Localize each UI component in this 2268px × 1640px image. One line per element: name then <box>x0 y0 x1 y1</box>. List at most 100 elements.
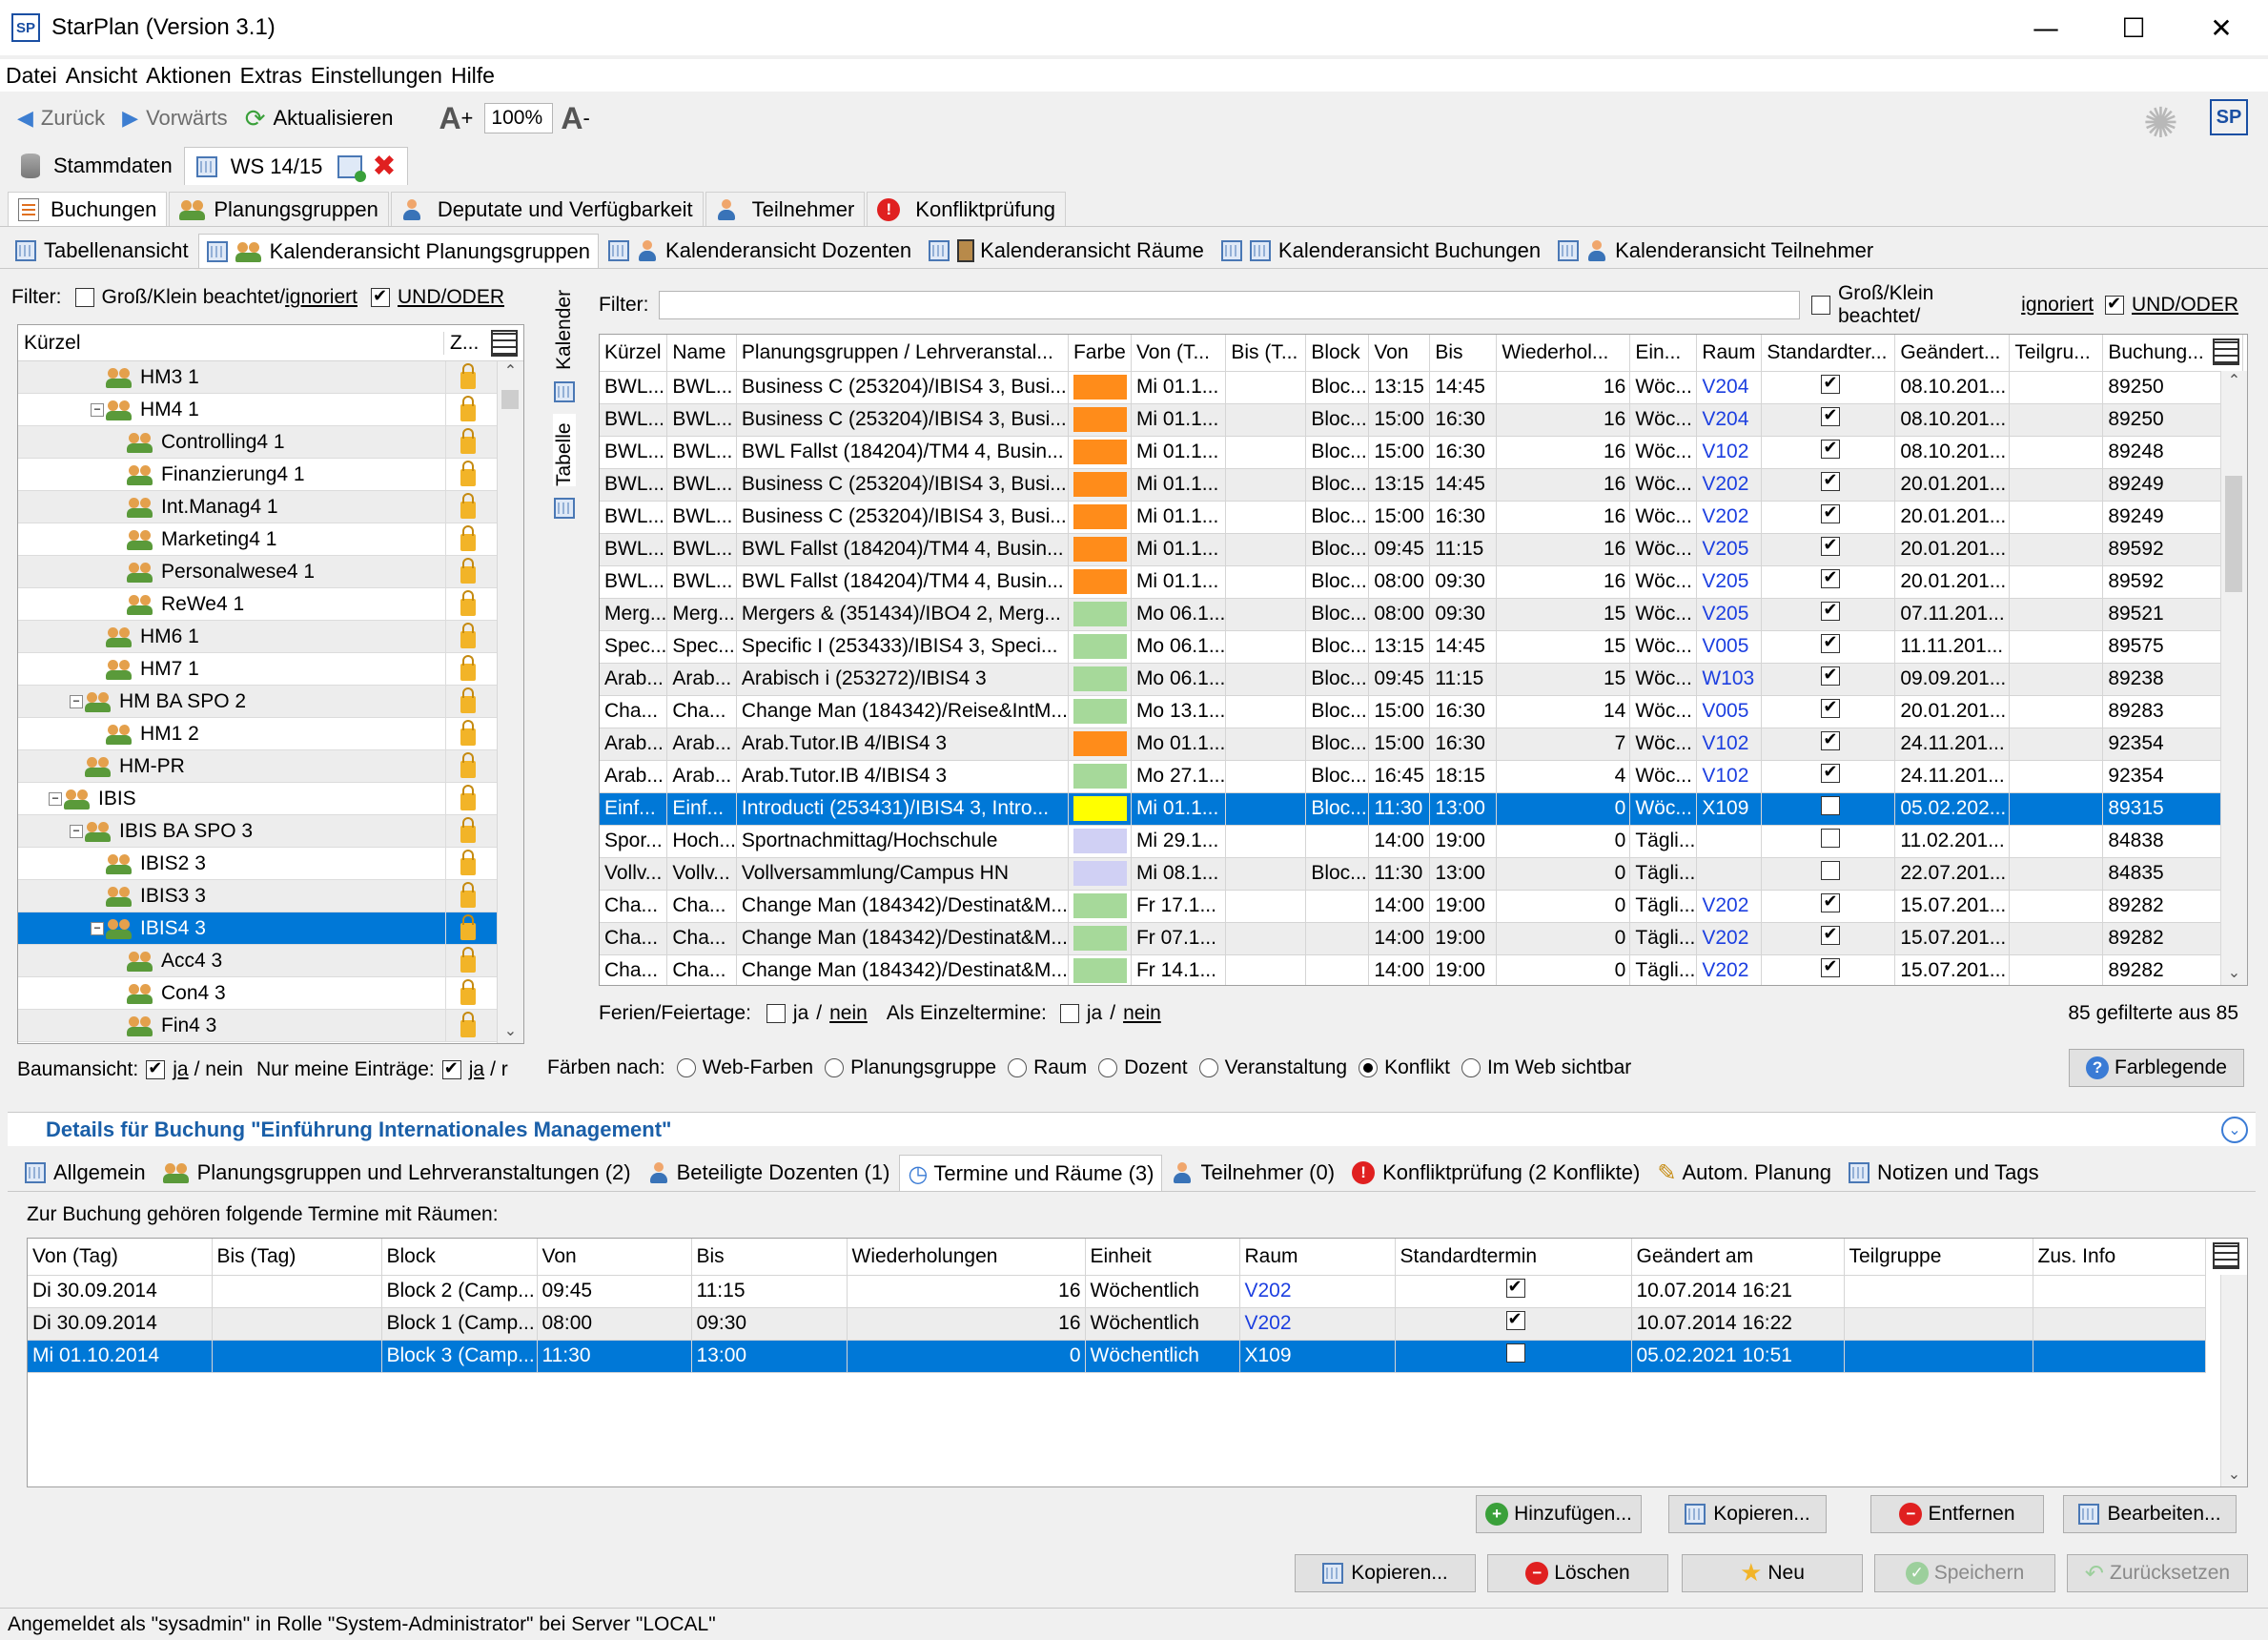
tree-case-checkbox[interactable] <box>74 288 94 307</box>
meine-eintraege-checkbox[interactable] <box>441 1058 461 1079</box>
menu-hilfe[interactable]: Hilfe <box>451 63 495 89</box>
side-tab-tabelle[interactable]: Tabelle <box>553 414 576 486</box>
standard-checkbox[interactable] <box>1821 697 1841 718</box>
grid-undoder-label[interactable]: UND/ODER <box>2132 294 2238 317</box>
tree-row[interactable]: − IBIS4 3 <box>18 912 523 945</box>
tree-row[interactable]: Personalwese4 1 <box>18 556 523 588</box>
termine-col-header[interactable]: Block <box>381 1239 538 1276</box>
meine-eintraege-nein[interactable]: / r <box>490 1058 508 1081</box>
grid-undoder-checkbox[interactable] <box>2105 294 2124 315</box>
tree-row[interactable]: Finanzierung4 1 <box>18 459 523 491</box>
copy-termin-button[interactable]: Kopieren... <box>1668 1495 1827 1533</box>
tab-teilnehmer[interactable]: Teilnehmer <box>705 192 866 226</box>
standard-checkbox[interactable] <box>1821 502 1841 523</box>
ferien-nein[interactable]: nein <box>829 1002 868 1025</box>
edit-termin-button[interactable]: Bearbeiten... <box>2063 1495 2237 1533</box>
table-row[interactable]: BWL... BWL... Business C (253204)/IBIS4 3,… <box>600 501 2243 534</box>
new-window-icon[interactable] <box>337 154 367 182</box>
einzeltermine-checkbox[interactable] <box>1059 1004 1079 1023</box>
details-tab[interactable]: Teilnehmer (0) <box>1164 1155 1342 1191</box>
collapse-icon[interactable]: ⌄ <box>2221 1116 2248 1143</box>
maximize-button[interactable]: ☐ <box>2090 0 2177 55</box>
grid-col-header[interactable]: Bis <box>1429 335 1498 372</box>
tree-row[interactable]: HM3 1 <box>18 361 523 394</box>
grid-scroll-down-icon[interactable]: ⌄ <box>2221 963 2247 982</box>
termine-col-header[interactable]: Wiederholungen <box>847 1239 1086 1276</box>
grid-scroll-up-icon[interactable]: ⌃ <box>2221 371 2247 390</box>
tree-row[interactable]: Con4 3 <box>18 977 523 1010</box>
planning-group-tree[interactable]: Kürzel Z... HM3 1 − HM4 1 Controlling4 1 Fin… <box>17 324 524 1044</box>
table-row[interactable]: Di 30.09.2014 Block 1 (Camp... 08:00 09:30 1… <box>28 1307 2206 1341</box>
grid-col-header[interactable]: Standardter... <box>1761 335 1896 372</box>
table-row[interactable]: Einf... Einf... Introducti (253431)/IBIS4 … <box>600 792 2243 826</box>
color-by-radio[interactable] <box>825 1058 845 1077</box>
details-tab[interactable]: ◷ Termine und Räume (3) <box>899 1155 1163 1191</box>
standard-checkbox[interactable] <box>1505 1343 1525 1363</box>
table-row[interactable]: Cha... Cha... Change Man (184342)/Destinat… <box>600 922 2243 955</box>
standard-checkbox[interactable] <box>1821 567 1841 588</box>
table-row[interactable]: Cha... Cha... Change Man (184342)/Destinat… <box>600 954 2243 985</box>
side-tab-kalender[interactable]: Kalender <box>553 290 576 370</box>
grid-case-checkbox[interactable] <box>1810 296 1830 315</box>
grid-col-header[interactable]: Name <box>666 335 737 372</box>
copy-booking-button[interactable]: Kopieren... <box>1295 1554 1476 1592</box>
termine-col-header[interactable]: Einheit <box>1085 1239 1240 1276</box>
forward-button[interactable]: ▶ Vorwärts <box>122 106 228 131</box>
standard-checkbox[interactable] <box>1821 829 1841 848</box>
table-row[interactable]: BWL... BWL... Business C (253204)/IBIS4 3,… <box>600 468 2243 502</box>
standard-checkbox[interactable] <box>1821 796 1841 815</box>
grid-ignoriert-link[interactable]: ignoriert <box>2021 294 2094 317</box>
tree-row[interactable]: Acc4 3 <box>18 945 523 977</box>
details-tab[interactable]: Notizen und Tags <box>1841 1155 2047 1191</box>
standard-checkbox[interactable] <box>1821 861 1841 880</box>
scroll-up-icon[interactable]: ⌃ <box>498 361 523 380</box>
baumansicht-checkbox[interactable] <box>146 1058 166 1079</box>
table-row[interactable]: Di 30.09.2014 Block 2 (Camp... 09:45 11:15 1… <box>28 1275 2206 1308</box>
zoom-in-button[interactable]: A + <box>439 101 473 136</box>
einzeltermine-nein[interactable]: nein <box>1123 1002 1161 1025</box>
tree-row[interactable]: HM6 1 <box>18 621 523 653</box>
tab-konfliktpruefung[interactable]: ! Konfliktprüfung <box>867 192 1067 226</box>
table-row[interactable]: Arab... Arab... Arab.Tutor.IB 4/IBIS4 3 Mo … <box>600 760 2243 793</box>
table-row[interactable]: Arab... Arab... Arab.Tutor.IB 4/IBIS4 3 Mo … <box>600 728 2243 761</box>
tab-kalender-buchungen[interactable]: Kalenderansicht Buchungen <box>1214 234 1548 268</box>
side-table-icon[interactable] <box>554 498 575 519</box>
table-row[interactable]: Cha... Cha... Change Man (184342)/Reise&In… <box>600 695 2243 728</box>
color-by-radio[interactable] <box>1359 1058 1379 1077</box>
tree-collapse-icon[interactable]: − <box>70 824 83 838</box>
remove-termin-button[interactable]: − Entfernen <box>1870 1495 2044 1533</box>
termine-scroll-down-icon[interactable]: ⌄ <box>2221 1465 2247 1484</box>
grid-col-header[interactable]: Teilgru... <box>2009 335 2104 372</box>
details-tab[interactable]: ✎ Autom. Planung <box>1649 1155 1839 1191</box>
tree-row[interactable]: ReWe4 1 <box>18 588 523 621</box>
tree-col-kuerzel[interactable]: Kürzel <box>24 332 443 355</box>
table-row[interactable]: Spor... Hoch... Sportnachmittag/Hochschule… <box>600 825 2243 858</box>
tab-kalender-planungsgruppen[interactable]: Kalenderansicht Planungsgruppen <box>197 234 600 268</box>
close-button[interactable]: ✕ <box>2177 0 2265 55</box>
minimize-button[interactable]: — <box>2002 0 2090 55</box>
table-row[interactable]: Arab... Arab... Arabisch i (253272)/IBIS4 … <box>600 663 2243 696</box>
table-row[interactable]: BWL... BWL... BWL Fallst (184204)/TM4 4, B… <box>600 436 2243 469</box>
grid-col-header[interactable]: Block <box>1305 335 1370 372</box>
termine-col-header[interactable]: Bis (Tag) <box>212 1239 382 1276</box>
color-by-radio[interactable] <box>1008 1058 1028 1077</box>
grid-col-header[interactable]: Raum <box>1696 335 1763 372</box>
farblegende-button[interactable]: ? Farblegende <box>2069 1049 2244 1087</box>
meine-eintraege-ja[interactable]: ja <box>469 1058 484 1081</box>
reset-button[interactable]: ↶ Zurücksetzen <box>2067 1554 2248 1592</box>
tree-collapse-icon[interactable]: − <box>70 694 83 708</box>
termine-col-header[interactable]: Raum <box>1239 1239 1396 1276</box>
tab-kalender-dozenten[interactable]: Kalenderansicht Dozenten <box>601 234 919 268</box>
add-termin-button[interactable]: + Hinzufügen... <box>1476 1495 1642 1533</box>
details-tab[interactable]: Beteiligte Dozenten (1) <box>641 1155 898 1191</box>
standard-checkbox[interactable] <box>1821 600 1841 621</box>
tree-row[interactable]: − HM BA SPO 2 <box>18 686 523 718</box>
scroll-down-icon[interactable]: ⌄ <box>498 1021 523 1040</box>
grid-col-header[interactable]: Wiederhol... <box>1496 335 1631 372</box>
menu-einstellungen[interactable]: Einstellungen <box>311 63 442 89</box>
termine-col-header[interactable]: Geändert am <box>1631 1239 1845 1276</box>
tree-row[interactable]: IBIS3 3 <box>18 880 523 912</box>
termine-scrollbar[interactable]: ⌄ <box>2220 1275 2247 1486</box>
zoom-out-button[interactable]: A- <box>561 101 589 136</box>
table-row[interactable]: BWL... BWL... Business C (253204)/IBIS4 3,… <box>600 371 2243 404</box>
